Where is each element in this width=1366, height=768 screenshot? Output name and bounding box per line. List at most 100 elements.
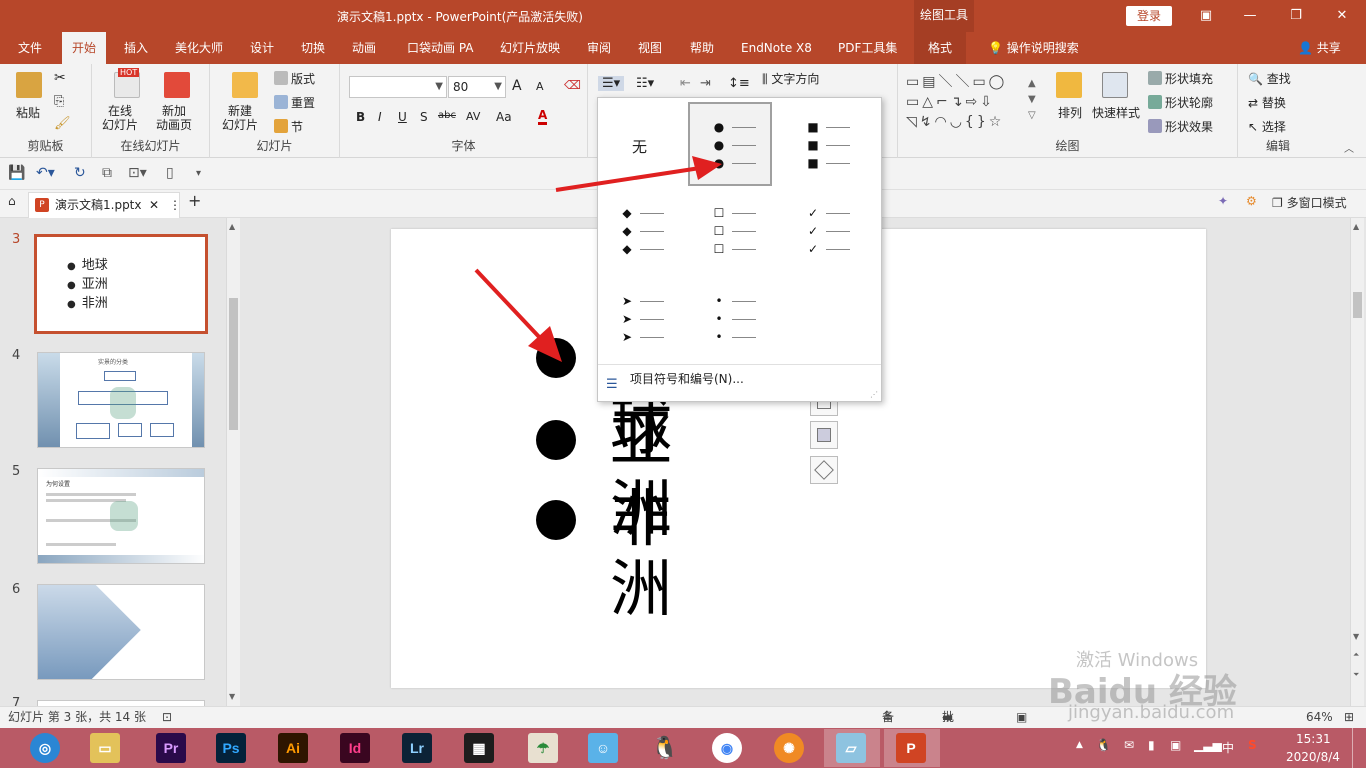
format-painter-icon[interactable]: 🖌 (54, 116, 71, 131)
close-button[interactable]: ✕ (1332, 6, 1352, 26)
share-button[interactable]: 👤 共享 (1298, 32, 1341, 64)
tab-home[interactable]: 开始 (62, 32, 107, 64)
tray-expand-icon[interactable]: ▲ (1076, 740, 1083, 750)
document-tab[interactable]: P 演示文稿1.pptx ✕ ⋮ (28, 192, 181, 218)
tray-qq-icon[interactable]: 🐧 (1096, 738, 1111, 752)
save-icon[interactable]: 💾 (8, 165, 25, 181)
wand-icon[interactable]: ✦ (1218, 194, 1228, 208)
font-name-combo[interactable]: ▼ (349, 76, 447, 98)
new-slide-icon[interactable] (232, 72, 258, 98)
arrange-icon[interactable] (1056, 72, 1082, 98)
scroll-down-icon[interactable]: ▼ (1353, 632, 1359, 641)
tab-insert[interactable]: 插入 (124, 32, 148, 64)
layout-button[interactable]: 版式 (274, 70, 315, 87)
tray-network-icon[interactable]: ▣ (1170, 738, 1181, 752)
tab-view[interactable]: 视图 (638, 32, 662, 64)
bullet-style-diamond[interactable]: ◆ ◆ ◆ (598, 190, 682, 274)
bullet-style-none[interactable]: 无 (598, 102, 682, 186)
scrollbar-thumb[interactable] (229, 298, 238, 430)
increase-indent-icon[interactable]: ⇥ (700, 76, 711, 91)
ribbon-display-icon[interactable]: ▣ (1196, 6, 1216, 26)
shrink-font-button[interactable]: A (536, 80, 544, 93)
powerpoint-taskbar-icon[interactable]: P (896, 733, 926, 763)
scroll-up-icon[interactable]: ▲ (229, 222, 235, 231)
clock-time[interactable]: 15:31 (1296, 732, 1331, 746)
chrome-icon[interactable]: ◉ (712, 733, 742, 763)
browser-icon[interactable]: ◎ (30, 733, 60, 763)
arrange-button[interactable]: 排列 (1058, 104, 1082, 121)
format-shape-icon[interactable] (810, 456, 838, 484)
video-editor-icon[interactable]: ▦ (464, 733, 494, 763)
arrange-shape-icon[interactable] (810, 421, 838, 449)
shape-outline-button[interactable]: 形状轮廓 (1148, 94, 1213, 111)
tab-slideshow[interactable]: 幻灯片放映 (500, 32, 560, 64)
sogou-icon[interactable]: S (1248, 738, 1257, 752)
premiere-icon[interactable]: Pr (156, 733, 186, 763)
paste-icon[interactable] (16, 72, 42, 98)
next-slide-icon[interactable]: ⏷ (1353, 670, 1359, 680)
char-spacing-button[interactable]: AV (466, 110, 480, 123)
shape-fill-button[interactable]: 形状填充 (1148, 70, 1213, 87)
photoshop-icon[interactable]: Ps (216, 733, 246, 763)
cut-icon[interactable]: ✂ (54, 70, 66, 86)
tab-endnote[interactable]: EndNote X8 (741, 32, 812, 64)
restore-button[interactable]: ❐ (1286, 6, 1306, 26)
illustrator-icon[interactable]: Ai (278, 733, 308, 763)
settings-icon[interactable]: ⚙ (1246, 194, 1257, 208)
more-icon[interactable]: ⋮ (169, 193, 181, 217)
qq-icon[interactable]: 🐧 (650, 733, 680, 763)
find-button[interactable]: 🔍 查找 (1248, 70, 1291, 87)
bullet-style-checkmark[interactable]: ✓ ✓ ✓ (784, 190, 868, 274)
normal-view-icon[interactable]: ▣ (1016, 707, 1027, 728)
bullet-style-arrowhead[interactable]: ➤ ➤ ➤ (598, 276, 682, 360)
section-button[interactable]: 节 (274, 118, 303, 135)
accessibility-icon[interactable]: ⊡ (162, 707, 172, 728)
tell-me-search[interactable]: 💡 操作说明搜索 (988, 32, 1079, 64)
prev-slide-icon[interactable]: ⏶ (1353, 650, 1359, 660)
font-color-button[interactable]: A (538, 108, 548, 125)
bullet-style-filled-square[interactable]: ■ ■ ■ (784, 102, 868, 186)
copy-icon[interactable]: ⎘ (54, 94, 64, 109)
media-app-icon[interactable]: ✺ (774, 733, 804, 763)
slide-thumbnail-3[interactable]: 地球 亚洲 非洲 (34, 234, 208, 334)
shadow-button[interactable]: S (420, 110, 428, 124)
font-size-combo[interactable]: 80 ▼ (448, 76, 506, 98)
tab-pocket-animation[interactable]: 口袋动画 PA (407, 32, 474, 64)
show-desktop-button[interactable] (1352, 728, 1366, 768)
tab-transitions[interactable]: 切换 (301, 32, 325, 64)
scroll-up-icon[interactable]: ▲ (1353, 222, 1359, 231)
tray-app-icon[interactable]: ✉ (1124, 738, 1134, 752)
tab-format[interactable]: 格式 (914, 32, 967, 64)
quick-styles-button[interactable]: 快速样式 (1092, 104, 1140, 121)
bullet-style-small-dot[interactable]: • • • (690, 276, 774, 360)
resize-grip-icon[interactable]: ⋰ (870, 390, 878, 399)
tray-battery-icon[interactable]: ▮ (1148, 738, 1155, 752)
bold-button[interactable]: B (356, 110, 365, 124)
touch-mode-icon[interactable]: ⊡▾ (128, 165, 147, 181)
online-slides-button[interactable]: 在线 幻灯片 (102, 104, 138, 132)
tab-pdf-tools[interactable]: PDF工具集 (838, 32, 897, 64)
shape-effects-button[interactable]: 形状效果 (1148, 118, 1213, 135)
reset-button[interactable]: 重置 (274, 94, 315, 111)
bullets-button[interactable]: ☰▾ (598, 76, 625, 91)
thumbnail-scrollbar[interactable]: ▲ ▼ (226, 218, 240, 706)
tab-review[interactable]: 审阅 (587, 32, 611, 64)
new-animation-page-icon[interactable] (164, 72, 190, 98)
replace-button[interactable]: ⇄ 替换 (1248, 94, 1286, 111)
umbrella-app-icon[interactable]: ☂ (528, 733, 558, 763)
line-spacing-icon[interactable]: ↕≡ (728, 76, 750, 91)
collapse-ribbon-icon[interactable]: ︿ (1344, 140, 1354, 155)
close-tab-icon[interactable]: ✕ (149, 193, 159, 217)
slide-thumbnail-4[interactable]: 实景的分类 (37, 352, 205, 448)
slide-thumbnail-6[interactable] (37, 584, 205, 680)
decrease-indent-icon[interactable]: ⇤ (680, 76, 691, 91)
select-button[interactable]: ↖ 选择 (1248, 118, 1286, 135)
grow-font-button[interactable]: A (512, 78, 522, 94)
new-slide-button[interactable]: 新建 幻灯片 (222, 104, 258, 132)
tab-help[interactable]: 帮助 (690, 32, 714, 64)
clock-date[interactable]: 2020/8/4 (1286, 750, 1340, 764)
tab-design[interactable]: 设计 (250, 32, 274, 64)
shapes-gallery[interactable]: ▭▤＼＼▭◯ ▭△⌐↴⇨⇩ ◹↯◠◡{}☆ (906, 72, 1046, 134)
clear-format-icon[interactable]: ⌫ (564, 78, 581, 92)
ime-indicator[interactable]: 中 (1222, 739, 1234, 756)
